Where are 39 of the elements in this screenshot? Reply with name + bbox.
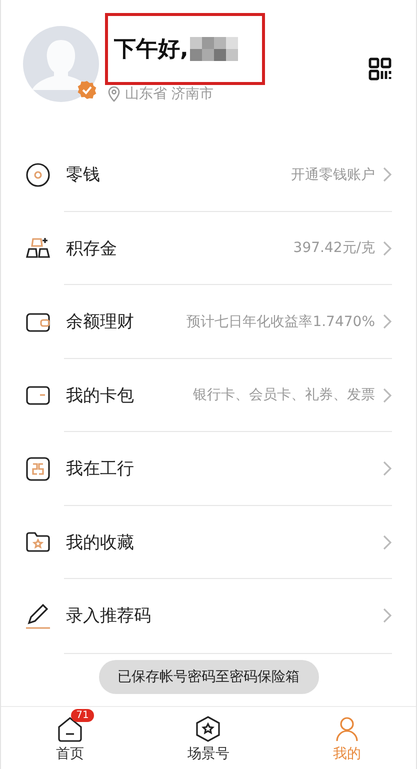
chevron-right-icon (383, 461, 392, 476)
menu-detail: 预计七日年化收益率1.7470% (186, 312, 375, 331)
blurred-name-drawing (190, 37, 238, 61)
menu-row[interactable]: 我在工行 (1, 432, 416, 506)
menu-row[interactable]: 我的卡包 银行卡、会员卡、礼券、发票 (1, 358, 416, 432)
menu-label: 零钱 (66, 164, 101, 186)
pen-icon (25, 602, 51, 629)
menu-label: 录入推荐码 (66, 605, 152, 628)
chevron-right-icon (383, 240, 392, 256)
nav-tab[interactable]: 场景号 (139, 707, 278, 769)
chevron-right-icon (383, 534, 392, 550)
menu-detail: 银行卡、会员卡、礼券、发票 (193, 386, 375, 404)
menu-label: 我的卡包 (66, 384, 135, 407)
menu-row[interactable]: 余额理财 预计七日年化收益率1.7470% (1, 285, 416, 358)
menu-label: 积存金 (66, 238, 118, 260)
location-text: 山东省 济南市 (125, 85, 214, 103)
chevron-right-icon (383, 388, 392, 403)
count-badge: 71 (71, 709, 94, 722)
chevron-right-icon (383, 314, 392, 330)
menu-label: 我在工行 (66, 458, 135, 480)
hexagon-star-icon (195, 715, 222, 743)
menu-row[interactable]: 我的收藏 (1, 506, 416, 579)
user-icon (334, 715, 360, 743)
chevron-right-icon (383, 608, 392, 624)
greeting-text: 下午好, (114, 36, 188, 64)
menu-row[interactable]: 积存金 397.42元/克 (1, 212, 416, 285)
bank-icon (25, 456, 51, 482)
chevron-right-icon (383, 167, 392, 182)
nav-tab[interactable]: 71 首页 (1, 707, 140, 769)
menu-row[interactable]: 录入推荐码 (1, 579, 416, 652)
toast-message: 已保存帐号密码至密码保险箱 (98, 660, 318, 694)
menu-label: 我的收藏 (66, 532, 135, 554)
menu-label: 余额理财 (66, 311, 135, 334)
menu-detail: 开通零钱账户 (291, 166, 375, 184)
menu-row[interactable]: 零钱 开通零钱账户 (1, 138, 416, 212)
location-pin-icon (107, 86, 121, 102)
coin-icon (25, 162, 51, 188)
qr-code-icon[interactable] (368, 57, 392, 81)
menu-detail: 397.42元/克 (293, 239, 375, 258)
